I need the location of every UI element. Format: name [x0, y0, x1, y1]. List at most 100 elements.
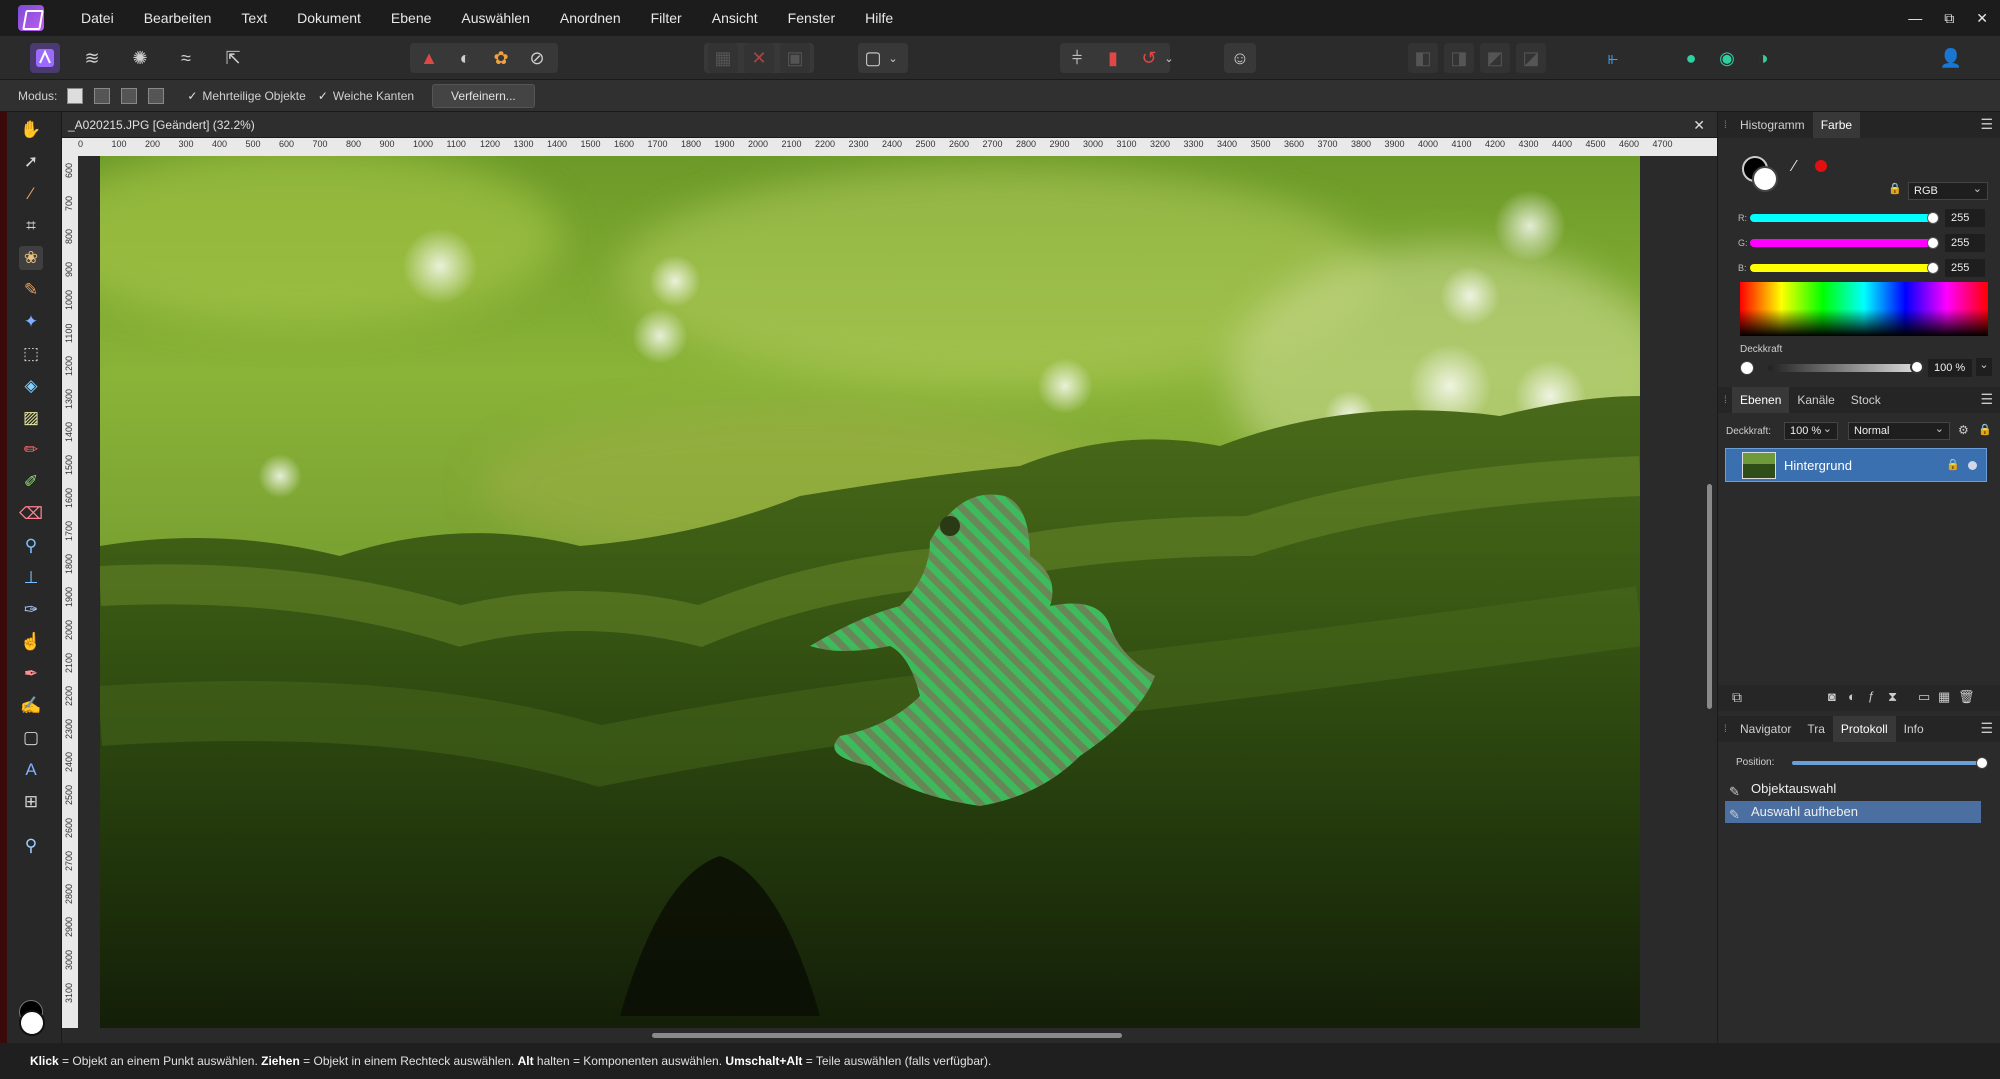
opacity-slider[interactable]: [1768, 364, 1918, 372]
add-pixel-layer-icon[interactable]: ▦: [1938, 689, 1950, 705]
flip-icon[interactable]: ▮: [1098, 43, 1128, 73]
boolean-subtract-icon[interactable]: ◑: [1748, 43, 1778, 73]
top-ruler[interactable]: 0 100 200 300 400 500 600 700 800 900 1000 1100 1200…: [78, 138, 1717, 156]
menu-ebene[interactable]: Ebene: [376, 0, 446, 36]
menu-hilfe[interactable]: Hilfe: [850, 0, 908, 36]
smudge-tool-icon[interactable]: ☝: [19, 630, 43, 654]
marquee-tool-icon[interactable]: ⬚: [19, 342, 43, 366]
menu-datei[interactable]: Datei: [66, 0, 129, 36]
soft-edges-checkbox[interactable]: ✓ Weiche Kanten: [318, 89, 414, 103]
blue-slider-knob[interactable]: [1927, 262, 1939, 274]
menu-dokument[interactable]: Dokument: [282, 0, 376, 36]
horizontal-scrollbar[interactable]: [62, 1028, 1717, 1043]
tab-channels[interactable]: Kanäle: [1789, 387, 1842, 413]
color-replacement-tool-icon[interactable]: ✐: [19, 470, 43, 494]
mesh-warp-tool-icon[interactable]: ⊞: [19, 790, 43, 814]
invert-selection-icon[interactable]: ▣: [780, 43, 810, 73]
tab-history[interactable]: Protokoll: [1832, 716, 1896, 742]
history-item[interactable]: ✎ Auswahl aufheben: [1725, 801, 1981, 823]
snapping-icon[interactable]: ●: [1676, 43, 1706, 73]
white-balance-icon[interactable]: ⊘: [522, 43, 552, 73]
export-persona-icon[interactable]: ⇱: [218, 43, 248, 73]
menu-fenster[interactable]: Fenster: [773, 0, 850, 36]
minimize-button[interactable]: —: [1908, 10, 1922, 26]
mask-layer-icon[interactable]: ◙: [1828, 689, 1836, 704]
tab-layers[interactable]: Ebenen: [1732, 387, 1790, 413]
color-spectrum[interactable]: [1740, 282, 1988, 336]
tab-navigator[interactable]: Navigator: [1732, 716, 1799, 742]
mode-new-button[interactable]: [67, 87, 84, 104]
deselect-icon[interactable]: ✕: [744, 43, 774, 73]
menu-filter[interactable]: Filter: [636, 0, 697, 36]
menu-text[interactable]: Text: [226, 0, 282, 36]
green-value-field[interactable]: 255: [1945, 234, 1985, 252]
auto-contrast-icon[interactable]: ◐: [450, 43, 480, 73]
selection-brush-tool-icon[interactable]: ✎: [19, 278, 43, 302]
green-slider-knob[interactable]: [1927, 237, 1939, 249]
layer-options-icon[interactable]: ⧉: [1732, 689, 1742, 706]
zoom-tool-icon[interactable]: ⚲: [19, 834, 43, 858]
panel-menu-icon[interactable]: ☰: [1980, 116, 1993, 133]
layer-settings-icon[interactable]: ⚙: [1958, 423, 1969, 437]
vertical-scroll-thumb[interactable]: [1707, 484, 1712, 709]
app-logo-icon[interactable]: [18, 5, 44, 31]
arrange-back-icon[interactable]: ◧: [1408, 43, 1438, 73]
refine-button[interactable]: Verfeinern...: [432, 83, 535, 108]
tone-mapping-persona-icon[interactable]: ≈: [171, 43, 201, 73]
history-item[interactable]: ✎ Objektauswahl: [1725, 778, 1981, 800]
red-value-field[interactable]: 255: [1945, 209, 1985, 227]
tab-info[interactable]: Info: [1896, 716, 1932, 742]
develop-persona-icon[interactable]: ✺: [125, 43, 155, 73]
tab-stock[interactable]: Stock: [1843, 387, 1889, 413]
text-tool-icon[interactable]: A: [19, 758, 43, 782]
layer-lock-icon[interactable]: 🔒: [1978, 423, 1992, 436]
paint-brush-tool-icon[interactable]: ✏: [19, 438, 43, 462]
group-layer-icon[interactable]: ▭: [1918, 689, 1930, 705]
green-slider[interactable]: [1750, 237, 1939, 249]
dodge-tool-icon[interactable]: ⚲: [19, 534, 43, 558]
arrange-front-icon[interactable]: ◪: [1516, 43, 1546, 73]
mode-subtract-button[interactable]: [121, 87, 138, 104]
panel-grip-icon[interactable]: ⁞: [1724, 395, 1732, 406]
menu-bearbeiten[interactable]: Bearbeiten: [129, 0, 227, 36]
color-picker-tool-icon[interactable]: ⁄: [19, 182, 43, 206]
foreground-color-swatch[interactable]: [19, 1010, 45, 1036]
layer-opacity-select[interactable]: 100 %: [1784, 421, 1838, 440]
arrange-backward-icon[interactable]: ◨: [1444, 43, 1474, 73]
history-position-knob[interactable]: [1976, 757, 1988, 769]
fill-tool-icon[interactable]: ◈: [19, 374, 43, 398]
menu-ansicht[interactable]: Ansicht: [697, 0, 773, 36]
color-model-select[interactable]: RGB: [1908, 181, 1988, 200]
boolean-add-icon[interactable]: ◉: [1712, 43, 1742, 73]
align-left-icon[interactable]: ⫦: [1598, 43, 1628, 73]
color-front-swatch[interactable]: [1752, 166, 1778, 192]
red-slider[interactable]: [1750, 212, 1939, 224]
align-icon[interactable]: ⫩: [1062, 43, 1092, 73]
close-window-button[interactable]: ✕: [1976, 10, 1988, 27]
tab-histogram[interactable]: Histogramm: [1732, 112, 1813, 138]
flood-select-tool-icon[interactable]: ✦: [19, 310, 43, 334]
layer-row[interactable]: Hintergrund 🔒: [1725, 448, 1987, 482]
picked-color-swatch[interactable]: [1815, 160, 1827, 172]
document-tab[interactable]: _A020215.JPG [Geändert] (32.2%) ✕: [62, 112, 1717, 138]
hand-tool-icon[interactable]: ✋: [19, 118, 43, 142]
blur-brush-tool-icon[interactable]: ✑: [19, 598, 43, 622]
left-ruler[interactable]: 600 700 800 900 1000 1100 1200 1300 1400 1500 1600…: [62, 138, 78, 1028]
pen-tool-icon[interactable]: ✍: [19, 694, 43, 718]
fx-layer-icon[interactable]: ƒ: [1868, 689, 1875, 703]
opacity-slider-knob[interactable]: [1910, 360, 1924, 374]
delete-layer-icon[interactable]: 🗑: [1958, 689, 1975, 705]
opacity-dropdown-icon[interactable]: ⌄: [1976, 358, 1992, 376]
photo-canvas[interactable]: [100, 156, 1640, 1028]
tab-transform[interactable]: Tra: [1799, 716, 1833, 742]
object-selection-tool-icon[interactable]: ❀: [19, 246, 43, 270]
live-filter-icon[interactable]: ⧗: [1888, 689, 1897, 705]
tab-color[interactable]: Farbe: [1812, 112, 1861, 138]
erase-brush-tool-icon[interactable]: ⌫: [19, 502, 43, 526]
assistant-icon[interactable]: ☺: [1225, 43, 1255, 73]
crop-tool-icon[interactable]: ⌗: [19, 214, 43, 238]
layer-lock-icon[interactable]: 🔒: [1946, 458, 1960, 471]
blue-value-field[interactable]: 255: [1945, 259, 1985, 277]
rotate-dropdown-icon[interactable]: ⌄: [1160, 43, 1178, 73]
vertical-scrollbar[interactable]: [1702, 156, 1717, 1028]
